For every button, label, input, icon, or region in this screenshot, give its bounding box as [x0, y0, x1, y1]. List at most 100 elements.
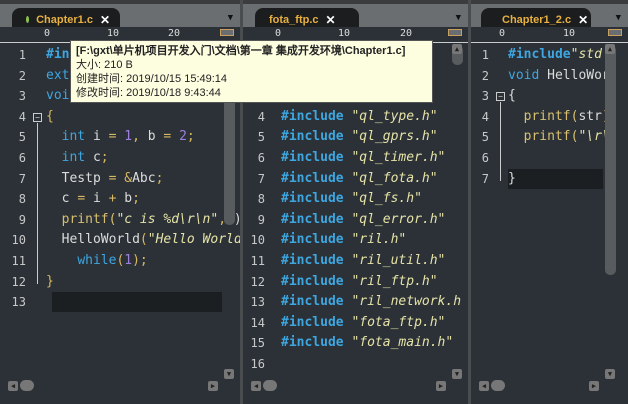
close-tab-icon[interactable]: ✕	[578, 13, 588, 27]
code-line[interactable]: }	[46, 272, 54, 292]
code-line[interactable]: #include "ql_gprs.h"	[281, 127, 438, 147]
line-number: 1	[481, 48, 489, 62]
tooltip-size: 大小: 210 B	[76, 59, 133, 71]
scroll-down-icon[interactable]: ▼	[605, 369, 615, 379]
code-line[interactable]: printf("\r\	[508, 127, 610, 147]
code-token-plain: {	[508, 88, 516, 104]
ruler-margin-marker[interactable]	[608, 29, 622, 36]
code-token-string: "Hello World	[147, 232, 240, 248]
code-line[interactable]: #include "fota_main.h"	[281, 333, 453, 353]
code-token-string: "ql_timer.h"	[351, 150, 446, 165]
code-token-plain: }	[508, 170, 516, 186]
horizontal-scrollbar-thumb[interactable]	[491, 380, 505, 391]
scroll-right-icon[interactable]: ▶	[589, 381, 599, 391]
code-line[interactable]: printf("c is %d\r\n",c)	[46, 210, 240, 230]
ruler-tick-label: 0	[499, 28, 506, 39]
line-number: 11	[11, 254, 26, 268]
ruler-tick-label: 10	[563, 28, 576, 39]
line-number: 13	[250, 295, 265, 310]
code-line[interactable]: int i = 1, b = 2;	[46, 127, 195, 147]
tab-list-dropdown-icon[interactable]: ▼	[616, 13, 621, 23]
line-number: 8	[257, 192, 265, 207]
code-line[interactable]: #include "ql_timer.h"	[281, 148, 445, 168]
scroll-right-icon[interactable]: ▶	[208, 381, 218, 391]
vertical-scrollbar-thumb[interactable]	[605, 45, 616, 275]
code-token-keyword: #include	[281, 191, 344, 207]
code-line[interactable]: printf(str);	[508, 107, 618, 127]
line-number: 5	[257, 130, 265, 145]
tab-list-dropdown-icon[interactable]: ▼	[228, 13, 233, 23]
scroll-down-icon[interactable]: ▼	[224, 369, 234, 379]
scroll-left-icon[interactable]: ◀	[479, 381, 489, 391]
code-token-string: "ql_error.h"	[351, 211, 446, 227]
close-tab-icon[interactable]: ✕	[100, 13, 110, 27]
line-number: 4	[481, 109, 489, 124]
code-line[interactable]: #include "ril_ftp.h"	[281, 272, 438, 292]
code-line[interactable]: ext	[46, 66, 69, 86]
scroll-up-icon[interactable]: ▲	[605, 44, 615, 54]
ruler-tick-label: 10	[338, 28, 351, 39]
code-line[interactable]: #include "ril_network.h	[281, 292, 461, 312]
code-line[interactable]: #include "ril_util.h"	[281, 251, 445, 271]
line-number: 2	[481, 68, 489, 83]
code-line[interactable]: while(1);	[46, 251, 148, 271]
code-line[interactable]: void HelloWor	[508, 66, 610, 86]
code-token-plain: Testp	[46, 170, 109, 186]
code-line[interactable]: #in	[46, 45, 69, 65]
horizontal-scrollbar-thumb[interactable]	[263, 380, 277, 391]
scroll-left-icon[interactable]: ◀	[251, 381, 261, 391]
line-number: 2	[18, 68, 26, 83]
scroll-up-icon[interactable]: ▲	[452, 44, 462, 54]
current-line-highlight	[52, 292, 222, 313]
code-line[interactable]: #include "ql_type.h"	[281, 107, 438, 127]
code-line[interactable]: #include "ql_fota.h"	[281, 169, 438, 189]
line-number: 6	[481, 151, 489, 165]
scroll-down-icon[interactable]: ▼	[452, 369, 462, 379]
code-line[interactable]: HelloWorld("Hello World	[46, 230, 240, 250]
code-token-plain: Abc	[132, 170, 156, 186]
code-token-keyword: #include	[281, 211, 344, 227]
code-line[interactable]: #include "ql_error.h"	[281, 210, 445, 230]
code-line[interactable]: voi	[46, 86, 69, 106]
code-line[interactable]: c = i + b;	[46, 189, 140, 209]
line-number: 5	[18, 130, 26, 145]
ruler-margin-marker[interactable]	[448, 29, 462, 36]
code-line[interactable]: #include "ql_fs.h"	[281, 189, 422, 209]
line-number: 9	[18, 212, 26, 227]
code-token-plain: i	[85, 129, 109, 145]
code-token-keyword: #include	[281, 129, 344, 145]
horizontal-scrollbar-thumb[interactable]	[20, 380, 34, 391]
code-line[interactable]: #include "fota_ftp.h"	[281, 313, 445, 333]
code-token-string: "ril_network.h	[351, 294, 462, 310]
code-token-type: int	[61, 150, 86, 165]
fold-collapse-icon[interactable]: −	[33, 112, 42, 122]
code-line[interactable]: int c;	[46, 148, 109, 168]
code-token-keyword: #include	[281, 294, 344, 310]
code-token-op: );	[132, 253, 148, 268]
code-token-keyword: #include	[281, 170, 344, 186]
ruler-margin-marker[interactable]	[220, 29, 234, 36]
code-token-keyword: #include	[281, 273, 344, 289]
fold-collapse-icon[interactable]: −	[496, 92, 505, 102]
line-number: 7	[481, 171, 489, 186]
scroll-left-icon[interactable]: ◀	[8, 381, 18, 391]
tab-bar: Chapter1.c ✕ ▼	[0, 0, 240, 31]
close-tab-icon[interactable]: ✕	[326, 13, 336, 27]
scroll-right-icon[interactable]: ▶	[436, 381, 446, 391]
code-line[interactable]: Testp = &Abc;	[46, 169, 164, 189]
code-token-plain: HelloWorld	[46, 232, 140, 248]
line-number: 7	[18, 171, 26, 186]
code-token-string: "std	[570, 47, 602, 62]
tab-list-dropdown-icon[interactable]: ▼	[456, 13, 461, 23]
code-token-string: "ril.h"	[351, 232, 407, 248]
code-line[interactable]: {	[508, 86, 516, 106]
code-line[interactable]: #include "ril.h"	[281, 230, 406, 250]
code-line[interactable]: #include"std	[508, 45, 602, 65]
tab-bar: fota_ftp.c ✕ ▼	[243, 0, 468, 31]
code-line[interactable]: {	[46, 107, 54, 127]
code-line[interactable]: }	[508, 169, 516, 189]
